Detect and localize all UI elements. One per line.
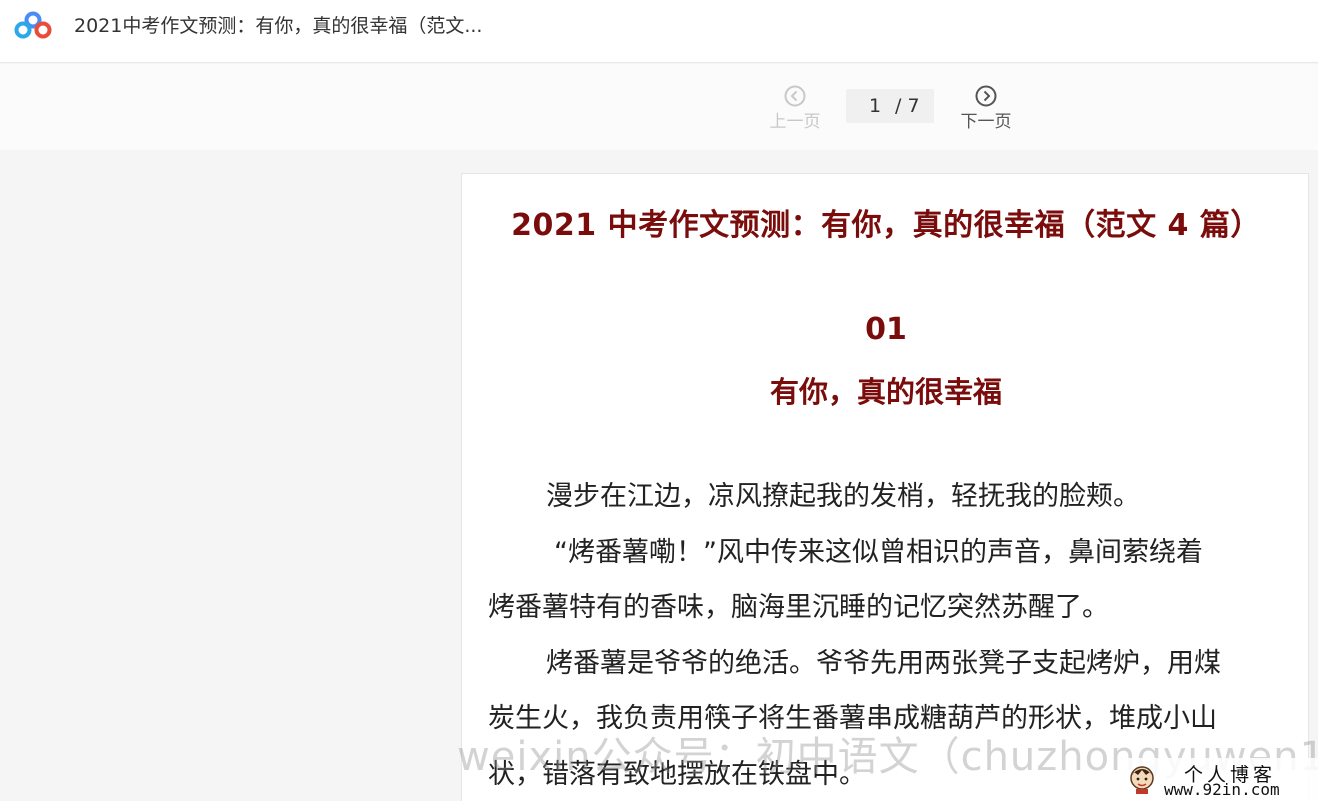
baidu-wenku-cloud-icon[interactable] — [14, 10, 52, 40]
next-page-label: 下一页 — [960, 112, 1012, 132]
chevron-left-circle-icon — [784, 85, 806, 107]
text-line: 烤番薯是爷爷的绝活。爷爷先用两张凳子支起烤炉，用煤 — [546, 648, 1221, 679]
total-pages: / 7 — [895, 95, 920, 117]
blog-watermark-badge: 个人博客 www.92in.com — [1124, 758, 1318, 801]
blog-url: www.92in.com — [1164, 780, 1280, 799]
text-line: “烤番薯嘞！”风中传来这似曾相识的声音，鼻间萦绕着 — [554, 537, 1203, 568]
article-main-title: 2021 中考作文预测：有你，真的很幸福（范文 4 篇） — [511, 208, 1261, 243]
previous-page-button[interactable]: 上一页 — [760, 84, 830, 140]
next-page-button[interactable]: 下一页 — [951, 84, 1021, 140]
cartoon-avatar-icon — [1130, 766, 1154, 794]
section-title: 有你，真的很幸福 — [769, 375, 1002, 409]
top-header: 2021中考作文预测：有你，真的很幸福（范文... — [0, 0, 1318, 63]
document-page: 2021 中考作文预测：有你，真的很幸福（范文 4 篇） 01 有你，真的很幸福… — [461, 173, 1309, 801]
page-navigation-toolbar: 上一页 / 7 下一页 — [0, 64, 1318, 150]
document-title: 2021中考作文预测：有你，真的很幸福（范文... — [74, 15, 483, 37]
section-number: 01 — [865, 312, 907, 347]
text-line: 烤番薯特有的香味，脑海里沉睡的记忆突然苏醒了。 — [488, 592, 1109, 623]
current-page-input[interactable] — [864, 89, 886, 123]
page-indicator: / 7 — [846, 89, 934, 123]
text-line: 漫步在江边，凉风撩起我的发梢，轻抚我的脸颊。 — [546, 481, 1140, 512]
previous-page-label: 上一页 — [769, 112, 821, 132]
chevron-right-circle-icon — [975, 85, 997, 107]
